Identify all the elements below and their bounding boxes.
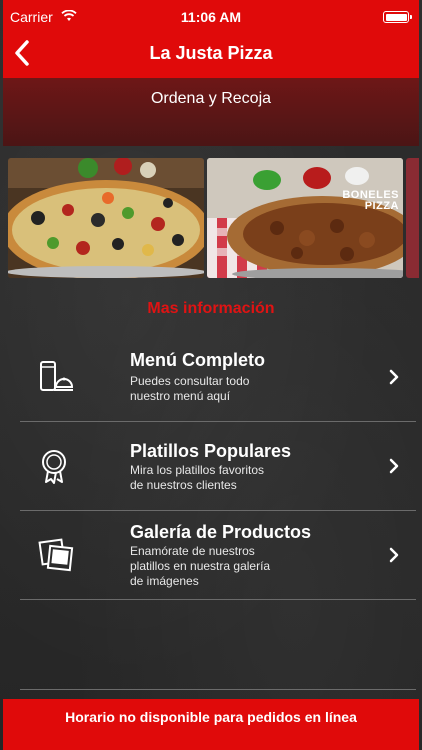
pizza-image: [8, 158, 204, 278]
header-subtitle: Ordena y Recoja: [150, 90, 272, 107]
divider: [20, 689, 416, 690]
menu-item-title: Platillos Populares: [130, 441, 292, 461]
menu-phone-icon: [40, 361, 74, 391]
boneless-pizza-image: [207, 158, 403, 278]
carousel-card-pizza[interactable]: [8, 158, 204, 278]
menu-item-description: Mira los platillos favoritos de nuestros…: [130, 463, 265, 492]
order-status-message: Horario no disponible para pedidos en lí…: [65, 709, 357, 725]
chevron-right-icon: [389, 369, 399, 385]
carousel-card-boneless-pizza[interactable]: BONELES PIZZA: [207, 158, 403, 278]
status-bar: Carrier 11:06 AM: [3, 0, 419, 34]
product-carousel[interactable]: BONELES PIZZA: [3, 158, 419, 278]
menu-item-title: Galería de Productos: [130, 522, 312, 542]
order-status-bar[interactable]: Horario no disponible para pedidos en lí…: [3, 699, 419, 737]
menu-item-full-menu[interactable]: Menú Completo Puedes consultar todo nues…: [20, 332, 416, 422]
chevron-right-icon: [389, 547, 399, 563]
app-screen: Carrier 11:06 AM La Justa Pizza Ordena y…: [0, 0, 422, 750]
photo-gallery-icon: [38, 538, 74, 572]
menu-item-product-gallery[interactable]: Galería de Productos Enamórate de nuestr…: [20, 511, 416, 600]
header-banner: Ordena y Recoja: [3, 78, 419, 146]
menu-item-popular-dishes[interactable]: Platillos Populares Mira los platillos f…: [20, 422, 416, 511]
battery-icon: [383, 11, 412, 23]
page-title: La Justa Pizza: [149, 43, 273, 63]
top-bar: Carrier 11:06 AM La Justa Pizza: [3, 0, 419, 78]
menu-item-description: Enamórate de nuestros platillos en nuest…: [130, 544, 271, 588]
status-time: 11:06 AM: [180, 9, 242, 25]
bottom-strip: [3, 737, 419, 750]
menu-item-title: Menú Completo: [130, 350, 265, 370]
section-title: Mas información: [147, 300, 275, 317]
award-ribbon-icon: [42, 450, 66, 484]
menu-item-description: Puedes consultar todo nuestro menú aquí: [130, 374, 250, 403]
carousel-overlay-title: BONELES PIZZA: [342, 189, 399, 212]
menu-empty-row: [20, 600, 416, 690]
carousel-card-partial[interactable]: [406, 158, 419, 278]
chevron-right-icon: [389, 458, 399, 474]
